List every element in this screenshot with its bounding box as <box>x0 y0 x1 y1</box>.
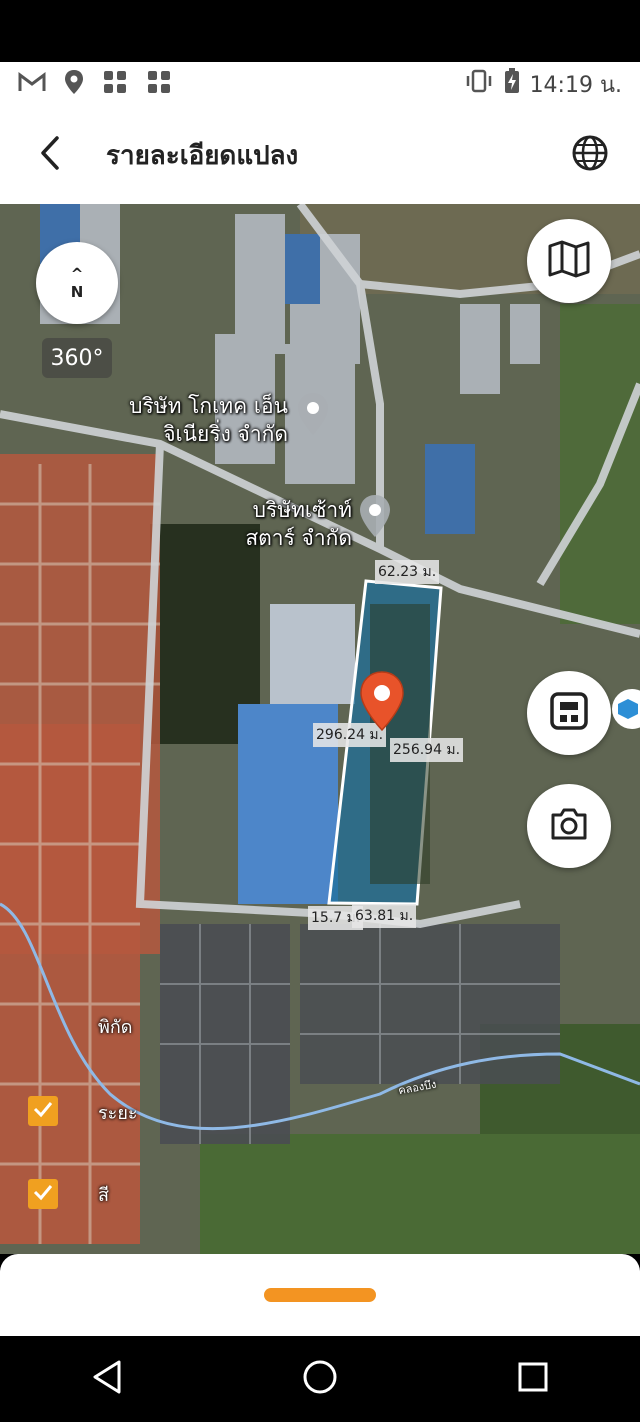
view-360-button[interactable]: 360° <box>42 338 112 378</box>
plot-location-pin-icon[interactable] <box>358 670 406 736</box>
camera-button[interactable] <box>527 784 611 868</box>
language-button[interactable] <box>570 135 610 175</box>
compass-button[interactable]: ^ N <box>36 242 118 324</box>
nav-recents-button[interactable] <box>503 1349 563 1409</box>
back-triangle-icon <box>91 1359 123 1399</box>
home-circle-icon <box>302 1359 338 1399</box>
sheet-drag-handle[interactable] <box>264 1288 376 1302</box>
poi-label-gotech[interactable]: บริษัท โกเทค เอ็น จิเนียริ่ง จำกัด <box>102 392 288 448</box>
dimension-right: 256.94 ม. <box>390 738 464 762</box>
checkbox-color[interactable] <box>28 1179 58 1209</box>
north-letter: N <box>70 283 84 301</box>
nav-home-button[interactable] <box>290 1349 350 1409</box>
grid-app-icon <box>102 69 128 99</box>
check-icon <box>33 1100 53 1122</box>
poi-pin-icon[interactable] <box>296 392 330 440</box>
poi-pin-icon[interactable] <box>358 494 392 542</box>
system-nav-bar <box>0 1336 640 1422</box>
layers-icon <box>548 690 590 736</box>
distance-label: ระยะ <box>98 1103 138 1124</box>
north-arrow-icon: ^ <box>70 265 84 283</box>
partial-side-button[interactable] <box>612 689 640 729</box>
checkbox-distance[interactable] <box>28 1096 58 1126</box>
map-type-button[interactable] <box>527 219 611 303</box>
cube-icon <box>616 697 640 725</box>
recents-square-icon <box>517 1361 549 1397</box>
globe-icon <box>571 134 609 176</box>
chevron-left-icon <box>39 135 61 175</box>
vibrate-icon <box>464 69 494 99</box>
map-icon <box>547 239 591 283</box>
check-icon <box>33 1183 53 1205</box>
page-title: รายละเอียดแปลง <box>106 140 299 171</box>
location-icon <box>64 69 84 99</box>
grid-app-icon <box>146 69 172 99</box>
clock-text: 14:19 น. <box>529 72 622 98</box>
top-black-band <box>0 0 640 62</box>
status-bar: 14:19 น. <box>0 62 640 106</box>
gmail-icon <box>18 71 46 97</box>
camera-icon <box>549 807 589 845</box>
color-label: สี <box>98 1185 109 1206</box>
layers-button[interactable] <box>527 671 611 755</box>
dimension-top: 62.23 ม. <box>375 560 440 584</box>
bottom-sheet[interactable] <box>0 1254 640 1336</box>
battery-charging-icon <box>504 68 520 100</box>
app-bar: รายละเอียดแปลง <box>0 106 640 204</box>
poi-label-southstar[interactable]: บริษัทเซ้าท์ สตาร์ จำกัด <box>212 496 352 552</box>
coordinates-label: พิกัด <box>98 1017 133 1038</box>
satellite-map[interactable]: ^ N 360° บริษัท โกเทค เอ็น จิเนียริ่ง จำ… <box>0 204 640 1254</box>
back-button[interactable] <box>30 135 70 175</box>
nav-back-button[interactable] <box>77 1349 137 1409</box>
dimension-bottom-b: 63.81 ม. <box>352 904 417 928</box>
